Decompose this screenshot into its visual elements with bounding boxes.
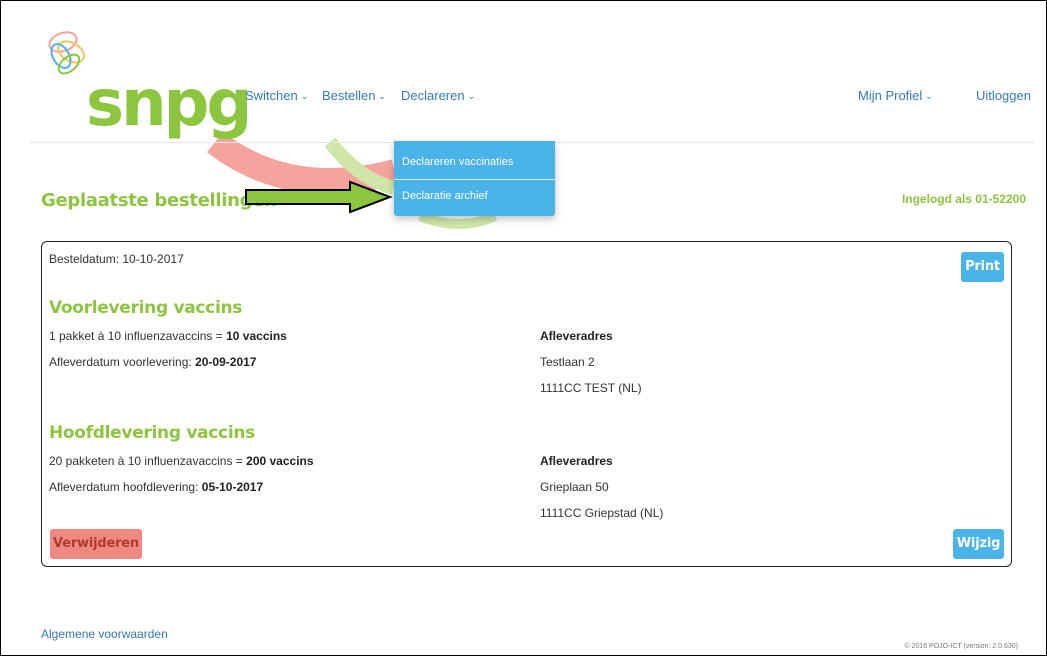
voorlevering-address-line: 1111CC TEST (NL)	[540, 381, 642, 395]
nav-declareren-label: Declareren	[401, 88, 465, 103]
nav-declareren[interactable]: Declareren ⌄	[401, 88, 475, 103]
logged-in-status: Ingelogd als 01-52200	[901, 192, 1026, 206]
order-card: Besteldatum: 10-10-2017 Print Voorleveri…	[41, 241, 1012, 567]
hoofdlevering-quantity-total: 200 vaccins	[246, 454, 314, 468]
page-title: Geplaatste bestellingen	[41, 190, 277, 211]
logo-wordmark: snpg	[86, 67, 252, 141]
voorlevering-address-heading: Afleveradres	[540, 329, 613, 343]
voorlevering-quantity-total: 10 vaccins	[226, 329, 287, 343]
voorlevering-quantity: 1 pakket à 10 influenzavaccins = 10 vacc…	[49, 329, 287, 343]
terms-link[interactable]: Algemene voorwaarden	[41, 627, 168, 641]
hoofdlevering-address-heading: Afleveradres	[540, 454, 613, 468]
declareren-dropdown-menu: Declareren vaccinaties Declaratie archie…	[394, 141, 555, 216]
hoofdlevering-quantity-text: 20 pakketen à 10 influenzavaccins =	[49, 454, 243, 468]
voorlevering-date: Afleverdatum voorlevering: 20-09-2017	[49, 355, 256, 369]
nav-mijn-profiel-label: Mijn Profiel	[858, 88, 923, 103]
voorlevering-address-line: Testlaan 2	[540, 355, 595, 369]
copyright-text: © 2016 POJO-ICT (version: 2.0.630)	[904, 643, 1018, 650]
hoofdlevering-title: Hoofdlevering vaccins	[49, 423, 255, 443]
delete-order-button[interactable]: Verwijderen	[50, 529, 142, 559]
voorlevering-date-label: Afleverdatum voorlevering:	[49, 355, 192, 369]
hoofdlevering-address-line: 1111CC Griepstad (NL)	[540, 506, 664, 520]
chevron-down-icon: ⌄	[467, 91, 476, 101]
order-date: Besteldatum: 10-10-2017	[49, 252, 184, 266]
menu-item-declareren-vaccinaties[interactable]: Declareren vaccinaties	[394, 145, 555, 180]
green-arrow-annotation-icon	[245, 180, 393, 214]
nav-bestellen-label: Bestellen	[322, 88, 376, 103]
nav-switchen-label: Switchen	[245, 88, 298, 103]
site-header: snpg Switchen ⌄ Bestellen ⌄ Declareren ⌄ Mi…	[29, 10, 1035, 143]
voorlevering-date-value: 20-09-2017	[195, 355, 257, 369]
edit-order-button[interactable]: Wijzig	[953, 529, 1004, 559]
hoofdlevering-quantity: 20 pakketen à 10 influenzavaccins = 200 …	[49, 454, 314, 468]
voorlevering-quantity-text: 1 pakket à 10 influenzavaccins =	[49, 329, 223, 343]
nav-mijn-profiel[interactable]: Mijn Profiel ⌄	[858, 88, 933, 103]
nav-uitloggen[interactable]: Uitloggen	[976, 88, 1031, 103]
hoofdlevering-date: Afleverdatum hoofdlevering: 05-10-2017	[49, 480, 263, 494]
hoofdlevering-date-label: Afleverdatum hoofdlevering:	[49, 480, 199, 494]
menu-item-declaratie-archief[interactable]: Declaratie archief	[394, 179, 555, 214]
snpg-logo[interactable]: snpg	[41, 31, 252, 142]
print-button[interactable]: Print	[961, 252, 1004, 282]
nav-bestellen[interactable]: Bestellen ⌄	[322, 88, 386, 103]
chevron-down-icon: ⌄	[925, 91, 933, 101]
chevron-down-icon: ⌄	[300, 91, 309, 101]
nav-switchen[interactable]: Switchen ⌄	[245, 88, 308, 103]
chevron-down-icon: ⌄	[378, 91, 387, 101]
hoofdlevering-date-value: 05-10-2017	[201, 480, 264, 494]
voorlevering-title: Voorlevering vaccins	[49, 298, 243, 318]
hoofdlevering-address-line: Grieplaan 50	[540, 480, 609, 494]
